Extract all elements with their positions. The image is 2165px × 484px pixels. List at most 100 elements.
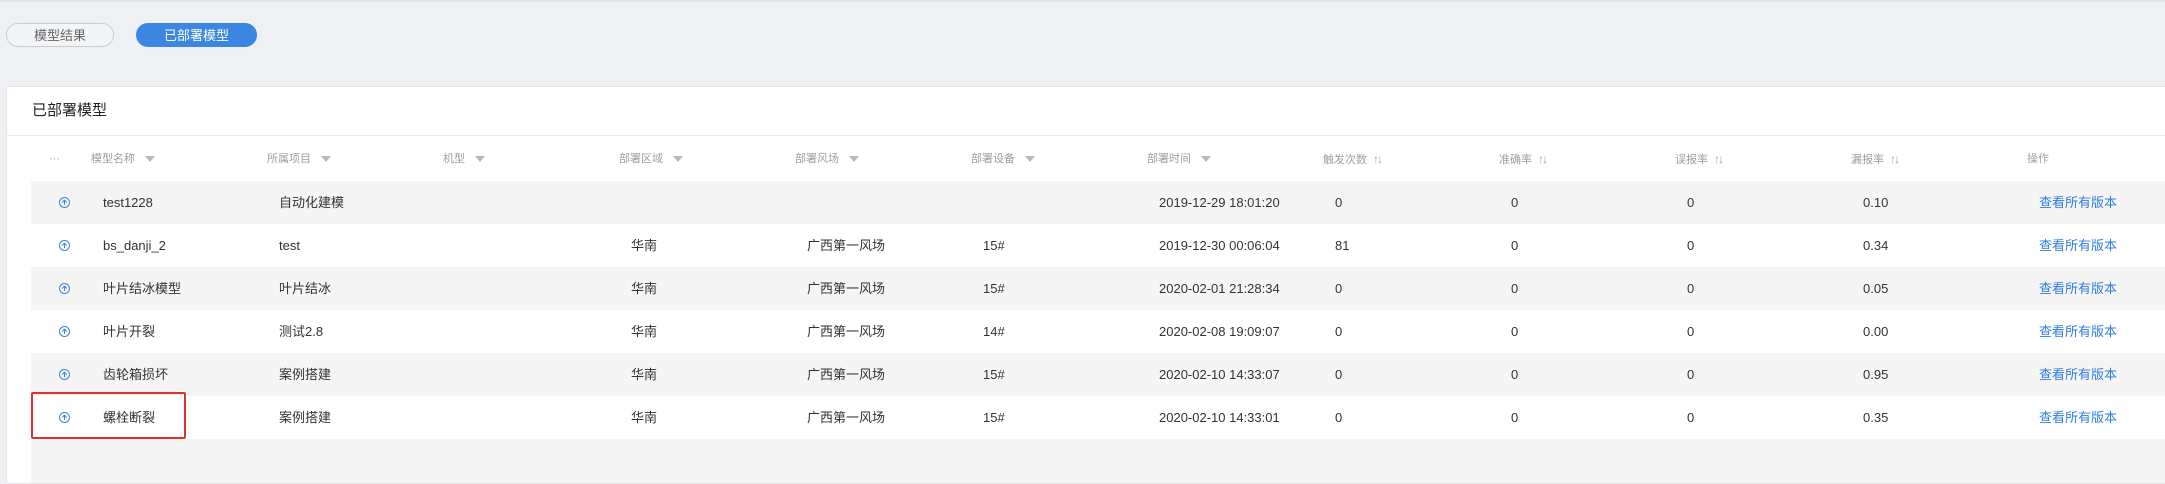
filter-caret-icon[interactable] (475, 156, 485, 163)
deployed-models-panel: 已部署模型 ··· 模型名称 所属项目 机型 部署区域 部署风场 部署设备 部署… (6, 86, 2165, 484)
expand-row-icon[interactable] (59, 369, 70, 380)
header-miss-rate[interactable]: 漏报率 ↑↓ (1851, 137, 1900, 181)
model-name-cell: 叶片结冰模型 (103, 281, 182, 296)
table-header: ··· 模型名称 所属项目 机型 部署区域 部署风场 部署设备 部署时间 触发次… (31, 137, 2165, 181)
miss-rate-cell: 0.95 (1863, 367, 1889, 382)
expand-row-icon[interactable] (59, 240, 70, 251)
view-all-versions-link[interactable]: 查看所有版本 (2039, 181, 2117, 224)
header-false-rate[interactable]: 误报率 ↑↓ (1675, 137, 1724, 181)
table-row: 叶片开裂 测试2.8 华南 广西第一风场 14# 2020-02-08 19:09:07 0… (31, 310, 2165, 353)
top-divider (0, 0, 2165, 2)
view-all-versions-link[interactable]: 查看所有版本 (2039, 353, 2117, 396)
view-all-versions-link[interactable]: 查看所有版本 (2039, 224, 2117, 267)
sort-icon[interactable]: ↑↓ (1373, 137, 1383, 181)
false-rate-cell: 0 (1687, 238, 1695, 253)
filter-caret-icon[interactable] (1025, 156, 1035, 163)
time-cell: 2020-02-10 14:33:07 (1159, 367, 1280, 382)
false-rate-cell: 0 (1687, 195, 1695, 210)
farm-cell: 广西第一风场 (807, 367, 886, 382)
header-trigger[interactable]: 触发次数 ↑↓ (1323, 137, 1383, 181)
sort-icon[interactable]: ↑↓ (1538, 137, 1548, 181)
model-name-cell: bs_danji_2 (103, 238, 166, 253)
view-all-versions-link[interactable]: 查看所有版本 (2039, 396, 2117, 439)
header-miss-rate-label: 漏报率 (1851, 154, 1884, 166)
project-cell: test (279, 238, 300, 253)
header-action: 操作 (2027, 153, 2049, 165)
model-name-cell: test1228 (103, 195, 153, 210)
header-trigger-label: 触发次数 (1323, 154, 1367, 166)
trigger-count-cell: 0 (1335, 410, 1343, 425)
model-name-cell: 齿轮箱损坏 (103, 367, 169, 382)
device-cell: 15# (983, 238, 1005, 253)
expand-row-icon[interactable] (59, 326, 70, 337)
header-region[interactable]: 部署区域 (619, 137, 683, 181)
filter-caret-icon[interactable] (1201, 156, 1211, 163)
header-accuracy-label: 准确率 (1499, 154, 1532, 166)
trigger-count-cell: 0 (1335, 367, 1343, 382)
region-cell: 华南 (631, 281, 658, 296)
farm-cell: 广西第一风场 (807, 410, 886, 425)
header-model-type-label: 机型 (443, 153, 465, 165)
farm-cell: 广西第一风场 (807, 238, 886, 253)
region-cell: 华南 (631, 367, 658, 382)
time-cell: 2020-02-10 14:33:01 (1159, 410, 1280, 425)
trigger-count-cell: 0 (1335, 195, 1343, 210)
trigger-count-cell: 0 (1335, 281, 1343, 296)
accuracy-cell: 0 (1511, 281, 1519, 296)
header-accuracy[interactable]: 准确率 ↑↓ (1499, 137, 1548, 181)
header-false-rate-label: 误报率 (1675, 154, 1708, 166)
tab-model-results[interactable]: 模型结果 (6, 23, 115, 47)
header-device-label: 部署设备 (971, 153, 1015, 165)
region-cell: 华南 (631, 238, 658, 253)
false-rate-cell: 0 (1687, 281, 1695, 296)
sort-icon[interactable]: ↑↓ (1714, 137, 1724, 181)
time-cell: 2020-02-01 21:28:34 (1159, 281, 1280, 296)
sort-icon[interactable]: ↑↓ (1890, 137, 1900, 181)
accuracy-cell: 0 (1511, 410, 1519, 425)
header-model-type[interactable]: 机型 (443, 137, 485, 181)
view-all-versions-link[interactable]: 查看所有版本 (2039, 267, 2117, 310)
header-farm[interactable]: 部署风场 (795, 137, 859, 181)
project-cell: 叶片结冰 (279, 281, 332, 296)
project-cell: 测试2.8 (279, 324, 324, 339)
time-cell: 2020-02-08 19:09:07 (1159, 324, 1280, 339)
view-all-versions-link[interactable]: 查看所有版本 (2039, 310, 2117, 353)
miss-rate-cell: 0.00 (1863, 324, 1889, 339)
header-device[interactable]: 部署设备 (971, 137, 1035, 181)
header-expand: ··· (49, 153, 60, 165)
false-rate-cell: 0 (1687, 324, 1695, 339)
farm-cell: 广西第一风场 (807, 324, 886, 339)
miss-rate-cell: 0.05 (1863, 281, 1889, 296)
header-time-label: 部署时间 (1147, 153, 1191, 165)
table-row: 叶片结冰模型 叶片结冰 华南 广西第一风场 15# 2020-02-01 21:28:34… (31, 267, 2165, 310)
trigger-count-cell: 0 (1335, 324, 1343, 339)
table-row: 齿轮箱损坏 案例搭建 华南 广西第一风场 15# 2020-02-10 14:33:07 0… (31, 353, 2165, 396)
header-name[interactable]: 模型名称 (91, 137, 155, 181)
false-rate-cell: 0 (1687, 367, 1695, 382)
device-cell: 14# (983, 324, 1005, 339)
time-cell: 2019-12-30 00:06:04 (1159, 238, 1280, 253)
accuracy-cell: 0 (1511, 367, 1519, 382)
header-project[interactable]: 所属项目 (267, 137, 331, 181)
panel-title: 已部署模型 (7, 87, 2165, 136)
header-farm-label: 部署风场 (795, 153, 839, 165)
filter-caret-icon[interactable] (673, 156, 683, 163)
expand-row-icon[interactable] (59, 283, 70, 294)
farm-cell: 广西第一风场 (807, 281, 886, 296)
header-project-label: 所属项目 (267, 153, 311, 165)
tab-deployed-models[interactable]: 已部署模型 (136, 23, 258, 47)
header-time[interactable]: 部署时间 (1147, 137, 1211, 181)
filter-caret-icon[interactable] (145, 156, 155, 163)
device-cell: 15# (983, 367, 1005, 382)
filter-caret-icon[interactable] (321, 156, 331, 163)
false-rate-cell: 0 (1687, 410, 1695, 425)
accuracy-cell: 0 (1511, 324, 1519, 339)
project-cell: 案例搭建 (279, 410, 332, 425)
filter-caret-icon[interactable] (849, 156, 859, 163)
expand-row-icon[interactable] (59, 197, 70, 208)
trigger-count-cell: 81 (1335, 238, 1350, 253)
miss-rate-cell: 0.34 (1863, 238, 1889, 253)
accuracy-cell: 0 (1511, 195, 1519, 210)
table-body: test1228 自动化建模 2019-12-29 18:01:20 0 0 0 0.10 查… (31, 181, 2165, 439)
models-table: ··· 模型名称 所属项目 机型 部署区域 部署风场 部署设备 部署时间 触发次… (31, 137, 2165, 483)
